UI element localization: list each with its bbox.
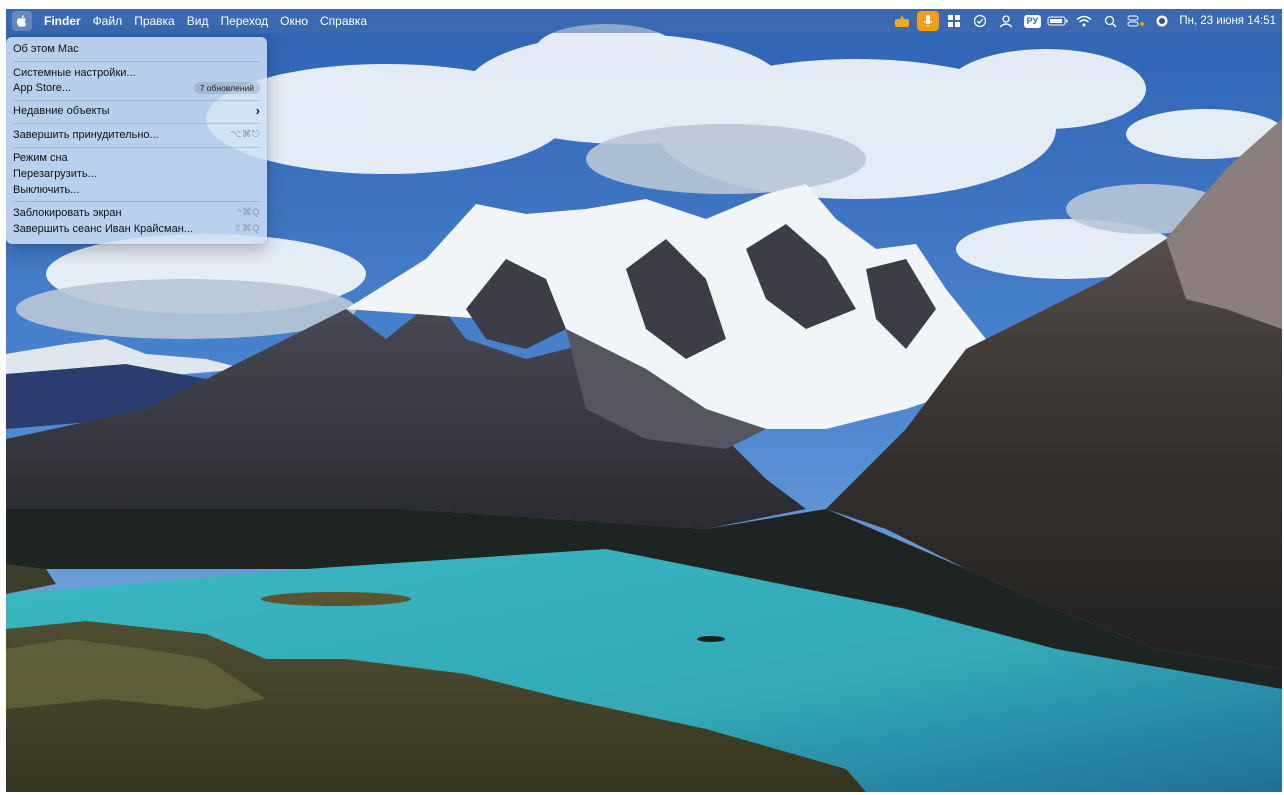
menu-separator [13, 61, 260, 62]
menu-item-about-this-mac[interactable]: Об этом Mac [13, 41, 260, 57]
menu-item-app-store[interactable]: App Store... 7 обновлений [13, 80, 260, 96]
updates-badge: 7 обновлений [193, 82, 260, 94]
menu-window[interactable]: Окно [274, 11, 314, 31]
menu-help[interactable]: Справка [314, 11, 373, 31]
menu-item-label: Режим сна [13, 152, 68, 164]
menu-item-label: Перезагрузить... [13, 168, 97, 180]
menu-item-log-out[interactable]: Завершить сеанс Иван Крайсман... ⇧⌘Q [13, 221, 260, 237]
menu-item-label: Системные настройки... [13, 67, 136, 79]
microphone-icon[interactable] [917, 11, 940, 31]
status-area: РУ Пн, 23 июня 14:51 [889, 9, 1276, 33]
menu-item-label: Завершить принудительно... [13, 129, 159, 141]
menu-shortcut: ^⌘Q [237, 207, 260, 218]
menu-separator [13, 201, 260, 202]
menu-shortcut: ⌥⌘⎋ [230, 129, 260, 140]
search-icon[interactable] [1099, 11, 1121, 31]
menu-item-label: Недавние объекты [13, 105, 110, 117]
menu-bar: Finder Файл Правка Вид Переход Окно Спра… [6, 9, 1282, 33]
dropbox-icon[interactable] [995, 11, 1017, 31]
input-source-label: РУ [1023, 14, 1042, 28]
menu-separator [13, 100, 260, 101]
input-source-icon[interactable]: РУ [1021, 11, 1043, 31]
menu-edit[interactable]: Правка [128, 11, 181, 31]
apple-icon [16, 15, 27, 27]
menu-item-shut-down[interactable]: Выключить... [13, 182, 260, 198]
menu-item-label: Об этом Mac [13, 43, 79, 55]
menu-separator [13, 123, 260, 124]
menu-go[interactable]: Переход [214, 11, 274, 31]
menu-item-system-settings[interactable]: Системные настройки... [13, 65, 260, 81]
apple-menu-dropdown: Об этом Mac Системные настройки... App S… [6, 37, 267, 244]
menu-item-label: Выключить... [13, 184, 80, 196]
menubar-clock[interactable]: Пн, 23 июня 14:51 [1179, 15, 1276, 27]
menu-item-label: Завершить сеанс Иван Крайсман... [13, 223, 193, 235]
desktop: Finder Файл Правка Вид Переход Окно Спра… [6, 9, 1282, 792]
menu-separator [13, 147, 260, 148]
menu-view[interactable]: Вид [181, 11, 215, 31]
menu-item-recent-items[interactable]: Недавние объекты › [13, 103, 260, 119]
chevron-right-icon: › [255, 103, 260, 118]
apple-menu-button[interactable] [12, 11, 32, 31]
menu-item-sleep[interactable]: Режим сна [13, 150, 260, 166]
menu-item-lock-screen[interactable]: Заблокировать экран ^⌘Q [13, 205, 260, 221]
menu-item-label: Заблокировать экран [13, 207, 122, 219]
window-grid-icon[interactable] [943, 11, 965, 31]
menu-item-restart[interactable]: Перезагрузить... [13, 166, 260, 182]
menu-item-label: App Store... [13, 82, 72, 94]
battery-icon[interactable] [1047, 11, 1069, 31]
keyboard-brightness-icon[interactable] [891, 11, 913, 31]
siri-icon[interactable] [1151, 11, 1173, 31]
menu-finder[interactable]: Finder [38, 11, 87, 31]
control-center-icon[interactable] [1125, 11, 1147, 31]
menu-file[interactable]: Файл [87, 11, 129, 31]
menu-shortcut: ⇧⌘Q [233, 223, 260, 234]
check-circle-icon[interactable] [969, 11, 991, 31]
wifi-icon[interactable] [1073, 11, 1095, 31]
menu-item-force-quit[interactable]: Завершить принудительно... ⌥⌘⎋ [13, 127, 260, 143]
